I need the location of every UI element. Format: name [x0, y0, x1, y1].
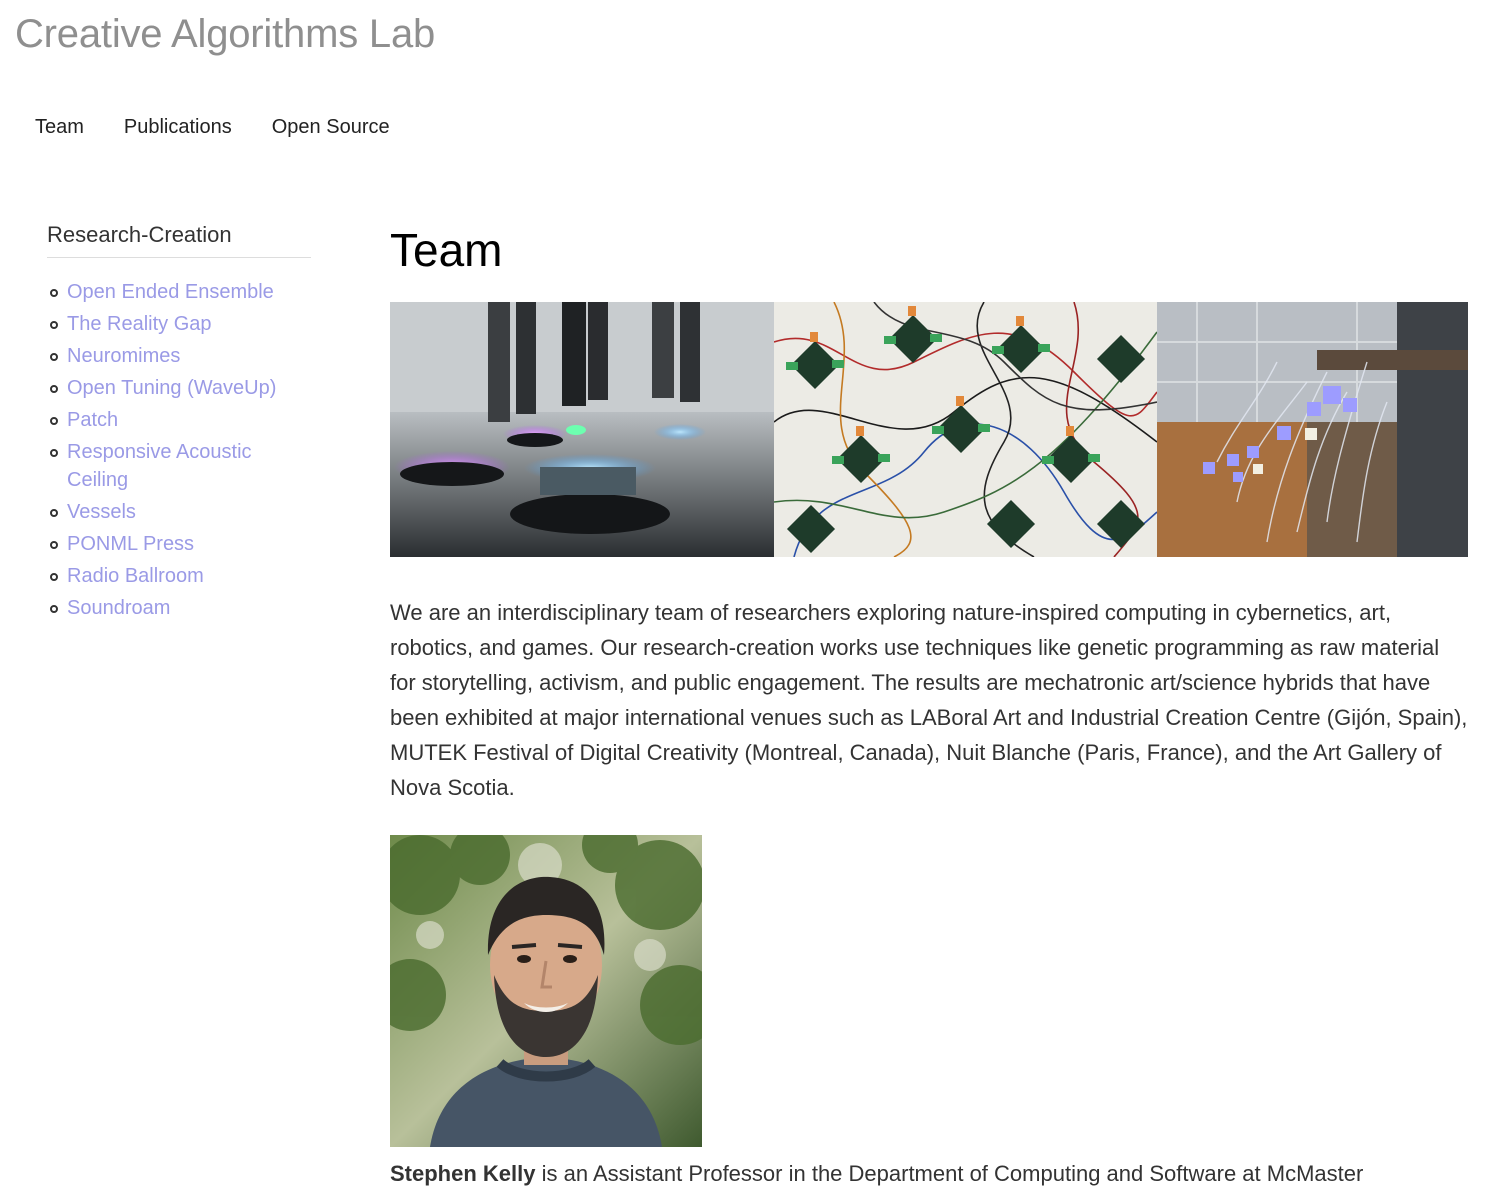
sidebar-item: Radio Ballroom: [47, 562, 311, 590]
sidebar-link-open-ended-ensemble[interactable]: Open Ended Ensemble: [67, 281, 274, 303]
sidebar-link-radio-ballroom[interactable]: Radio Ballroom: [67, 565, 204, 587]
nav-item-open-source[interactable]: Open Source: [252, 114, 410, 140]
robots-photo: [390, 302, 774, 557]
sidebar-item: Open Ended Ensemble: [47, 278, 311, 306]
bullet-icon: [50, 417, 58, 425]
nav-item-team[interactable]: Team: [15, 114, 104, 140]
sidebar-link-neuromimes[interactable]: Neuromimes: [67, 345, 180, 367]
sidebar-item: The Reality Gap: [47, 310, 311, 338]
bullet-icon: [50, 509, 58, 517]
sidebar-link-responsive-acoustic-ceiling[interactable]: Responsive Acoustic Ceiling: [67, 441, 252, 491]
sidebar-item: Soundroam: [47, 594, 311, 622]
sidebar-item: Open Tuning (WaveUp): [47, 374, 311, 402]
bullet-icon: [50, 449, 58, 457]
sidebar-link-ponml-press[interactable]: PONML Press: [67, 533, 194, 555]
team-intro-paragraph: We are an interdisciplinary team of rese…: [390, 600, 1468, 800]
stephen-kelly-portrait: [390, 835, 702, 1147]
team-member-name: Stephen Kelly: [390, 1161, 536, 1186]
sidebar-item: Patch: [47, 406, 311, 434]
sidebar-link-soundroam[interactable]: Soundroam: [67, 597, 170, 619]
nav-item-publications[interactable]: Publications: [104, 114, 252, 140]
sidebar-list: Open Ended Ensemble The Reality Gap Neur…: [47, 278, 311, 622]
bullet-icon: [50, 573, 58, 581]
sidebar-link-open-tuning[interactable]: Open Tuning (WaveUp): [67, 377, 276, 399]
sidebar-item: Vessels: [47, 498, 311, 526]
bullet-icon: [50, 289, 58, 297]
sidebar-item: PONML Press: [47, 530, 311, 558]
sidebar-link-patch[interactable]: Patch: [67, 409, 118, 431]
bullet-icon: [50, 321, 58, 329]
team-banner-image: [390, 302, 1468, 557]
site-title[interactable]: Creative Algorithms Lab: [15, 12, 435, 57]
sidebar-heading: Research-Creation: [47, 222, 311, 258]
sidebar: Research-Creation Open Ended Ensemble Th…: [47, 222, 311, 626]
bullet-icon: [50, 605, 58, 613]
sidebar-link-vessels[interactable]: Vessels: [67, 501, 136, 523]
team-member-description: is an Assistant Professor in the Departm…: [535, 1161, 1364, 1186]
team-member-bio: Stephen Kelly is an Assistant Professor …: [390, 1159, 1468, 1189]
sidebar-item: Responsive Acoustic Ceiling: [47, 438, 311, 494]
page-title: Team: [390, 224, 503, 276]
bullet-icon: [50, 385, 58, 393]
bullet-icon: [50, 541, 58, 549]
top-nav: Team Publications Open Source: [15, 114, 410, 140]
sidebar-link-the-reality-gap[interactable]: The Reality Gap: [67, 313, 212, 335]
main-content: Team We are an interdisciplinary team of…: [390, 222, 1468, 1189]
sculpture-photo: [1157, 302, 1468, 557]
sidebar-item: Neuromimes: [47, 342, 311, 370]
bullet-icon: [50, 353, 58, 361]
circuits-photo: [774, 302, 1157, 557]
